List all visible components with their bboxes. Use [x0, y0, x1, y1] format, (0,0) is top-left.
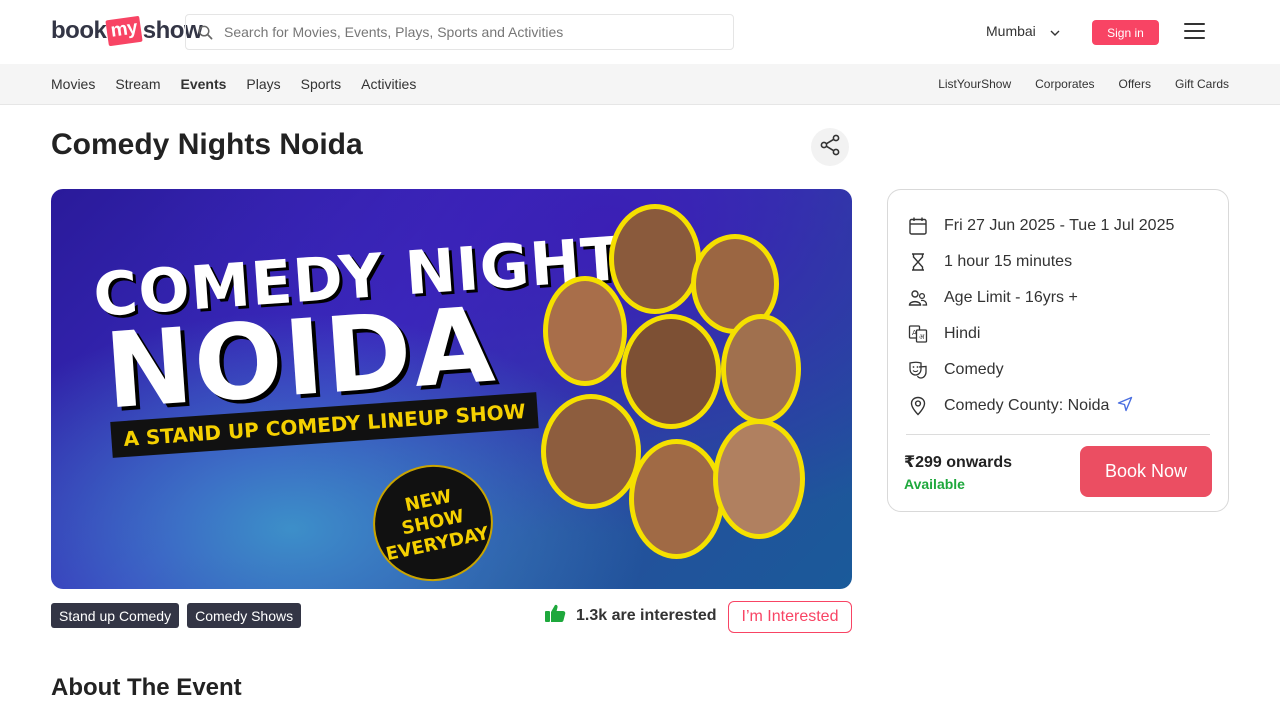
- about-heading: About The Event: [51, 674, 242, 701]
- users-icon: [908, 288, 928, 308]
- availability-status: Available: [904, 476, 965, 492]
- search-bar[interactable]: [185, 14, 734, 50]
- genre-text: Comedy: [944, 361, 1004, 378]
- nav-movies[interactable]: Movies: [51, 76, 95, 92]
- price-text: ₹299 onwards: [904, 454, 1013, 471]
- date-text: Fri 27 Jun 2025 - Tue 1 Jul 2025: [944, 217, 1175, 234]
- sign-in-button[interactable]: Sign in: [1092, 20, 1159, 45]
- banner-badge: NEW SHOW EVERYDAY: [362, 453, 504, 589]
- nav-stream[interactable]: Stream: [115, 76, 160, 92]
- genre-row: Comedy: [908, 358, 1004, 382]
- book-now-button[interactable]: Book Now: [1080, 446, 1212, 497]
- share-button[interactable]: [811, 128, 849, 166]
- event-banner-image: COMEDY NIGHTS NOIDA A STAND UP COMEDY LI…: [51, 189, 852, 589]
- venue-text[interactable]: Comedy County: Noida: [944, 397, 1109, 415]
- tag-comedy-shows[interactable]: Comedy Shows: [187, 603, 302, 628]
- nav-sports[interactable]: Sports: [301, 76, 341, 92]
- nav-gift-cards[interactable]: Gift Cards: [1175, 77, 1229, 91]
- chevron-down-icon: [1050, 23, 1060, 39]
- nav-listyourshow[interactable]: ListYourShow: [938, 77, 1011, 91]
- logo-text-book: book: [51, 17, 107, 44]
- tag-stand-up-comedy[interactable]: Stand up Comedy: [51, 603, 180, 628]
- translate-icon: Aअ: [908, 324, 928, 344]
- bookmyshow-logo[interactable]: book my show: [51, 14, 203, 48]
- event-info-card: Fri 27 Jun 2025 - Tue 1 Jul 2025 1 hour …: [887, 189, 1229, 512]
- masks-icon: [908, 360, 928, 380]
- city-selector[interactable]: Mumbai: [986, 23, 1060, 39]
- hamburger-menu-icon[interactable]: [1184, 23, 1205, 39]
- event-tags: Stand up Comedy Comedy Shows: [51, 603, 302, 628]
- duration-text: 1 hour 15 minutes: [944, 253, 1073, 270]
- nav-bar: Movies Stream Events Plays Sports Activi…: [0, 64, 1280, 105]
- duration-row: 1 hour 15 minutes: [908, 250, 1072, 274]
- interest-count: 1.3k are interested: [545, 604, 717, 628]
- secondary-nav: ListYourShow Corporates Offers Gift Card…: [938, 64, 1229, 104]
- im-interested-button[interactable]: I’m Interested: [728, 601, 852, 633]
- search-input[interactable]: [224, 24, 704, 40]
- date-row: Fri 27 Jun 2025 - Tue 1 Jul 2025: [908, 214, 1174, 238]
- location-pin-icon: [908, 396, 928, 416]
- search-icon: [186, 25, 224, 40]
- city-label: Mumbai: [986, 23, 1036, 39]
- svg-text:अ: अ: [919, 333, 925, 341]
- nav-offers[interactable]: Offers: [1119, 77, 1151, 91]
- comedian-faces-illustration: [541, 204, 841, 584]
- share-icon: [818, 133, 842, 162]
- age-row: Age Limit - 16yrs +: [908, 286, 1078, 310]
- page-title: Comedy Nights Noida: [51, 128, 363, 161]
- venue-row[interactable]: Comedy County: Noida: [908, 394, 1133, 418]
- age-text: Age Limit - 16yrs +: [944, 289, 1078, 306]
- svg-text:A: A: [912, 329, 917, 337]
- primary-nav: Movies Stream Events Plays Sports Activi…: [51, 64, 416, 104]
- top-header: bookmyshow Mumbai Sign in: [0, 0, 1280, 64]
- nav-corporates[interactable]: Corporates: [1035, 77, 1094, 91]
- language-row: Aअ Hindi: [908, 322, 980, 346]
- language-text: Hindi: [944, 325, 981, 342]
- nav-activities[interactable]: Activities: [361, 76, 416, 92]
- card-divider: [906, 434, 1210, 435]
- interested-count-text: 1.3k are interested: [576, 607, 717, 624]
- navigate-arrow-icon[interactable]: [1117, 396, 1133, 417]
- nav-plays[interactable]: Plays: [246, 76, 280, 92]
- calendar-icon: [908, 216, 928, 236]
- nav-events[interactable]: Events: [180, 76, 226, 92]
- hourglass-icon: [908, 252, 928, 272]
- logo-text-my: my: [105, 15, 144, 47]
- thumbs-up-icon: [545, 604, 566, 628]
